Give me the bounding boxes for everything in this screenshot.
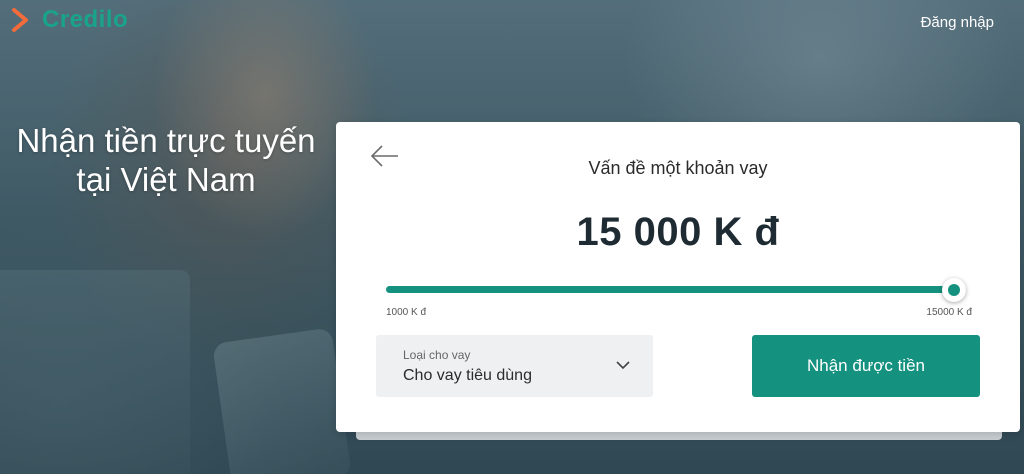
hero-title-line2: tại Việt Nam bbox=[76, 161, 256, 198]
loan-calculator-card: Vấn đề một khoản vay 15 000 K đ 1000 K đ… bbox=[336, 122, 1020, 432]
hero-title: Nhận tiền trực tuyến tại Việt Nam bbox=[0, 121, 332, 199]
logo-text: Credilo bbox=[42, 6, 129, 33]
login-link[interactable]: Đăng nhập bbox=[921, 14, 994, 31]
site-header: Credilo Đăng nhập bbox=[0, 0, 1024, 44]
slider-max-label: 15000 K đ bbox=[926, 307, 972, 318]
hero-title-line1: Nhận tiền trực tuyến bbox=[16, 122, 316, 159]
logo-chevron-icon bbox=[12, 8, 28, 32]
logo-link[interactable]: Credilo bbox=[10, 6, 128, 34]
loan-type-select[interactable]: Loại cho vay Cho vay tiêu dùng bbox=[376, 335, 653, 397]
get-money-button[interactable]: Nhận được tiền bbox=[752, 335, 980, 397]
loan-type-label: Loại cho vay bbox=[403, 348, 471, 362]
chevron-down-icon bbox=[616, 361, 630, 370]
loan-type-value: Cho vay tiêu dùng bbox=[403, 367, 532, 384]
card-title: Vấn đề một khoản vay bbox=[588, 158, 768, 178]
slider-thumb[interactable] bbox=[942, 278, 966, 302]
loan-amount: 15 000 K đ bbox=[576, 210, 780, 254]
amount-slider[interactable] bbox=[386, 278, 966, 302]
slider-min-label: 1000 K đ bbox=[386, 307, 427, 318]
slider-track[interactable] bbox=[386, 286, 966, 293]
